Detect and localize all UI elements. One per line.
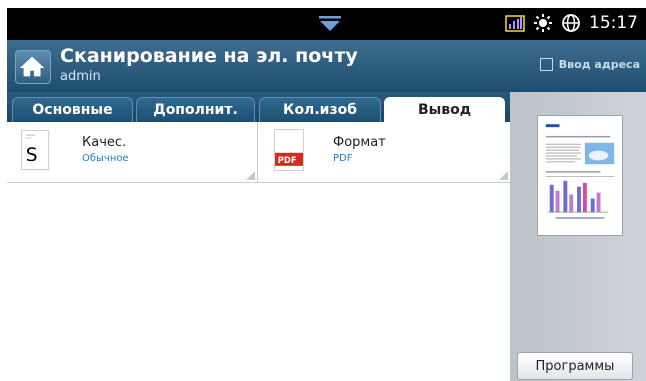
corner-marker-icon <box>499 171 508 180</box>
format-label: Формат <box>333 135 386 150</box>
clock-time: 15:17 <box>589 13 638 33</box>
tab-advanced[interactable]: Дополнит. <box>136 97 255 122</box>
globe-icon <box>562 14 580 32</box>
home-icon <box>19 56 45 77</box>
svg-text:S: S <box>26 145 38 166</box>
preview-side-panel: Программы <box>510 92 646 381</box>
programs-button[interactable]: Программы <box>517 352 633 380</box>
svg-text:PDF: PDF <box>278 155 297 165</box>
user-name: admin <box>60 69 101 84</box>
tab-bar: Основные Дополнит. Кол.изоб Вывод <box>7 92 510 122</box>
address-input-button[interactable]: Ввод адреса <box>539 58 640 71</box>
tab-label: Основные <box>32 102 113 118</box>
quality-setting[interactable]: S Качес. Обычное <box>7 122 257 183</box>
corner-marker-icon <box>246 171 255 180</box>
tab-output[interactable]: Вывод <box>384 97 505 122</box>
tab-image-count[interactable]: Кол.изоб <box>259 97 381 122</box>
tab-basic[interactable]: Основные <box>12 97 133 122</box>
address-button-label: Ввод адреса <box>558 58 640 71</box>
pdf-file-icon: PDF <box>274 129 304 171</box>
quality-label: Качес. <box>82 135 127 150</box>
tab-label: Кол.изоб <box>283 102 357 118</box>
programs-button-label: Программы <box>535 358 615 374</box>
home-button[interactable] <box>15 50 51 84</box>
tab-label: Дополнит. <box>153 102 238 118</box>
document-thumbnail-icon <box>545 124 615 219</box>
status-bar: 15:17 <box>7 8 646 40</box>
brightness-icon <box>534 14 552 32</box>
page-title: Сканирование на эл. почту <box>60 45 358 67</box>
keyboard-icon <box>539 58 553 71</box>
format-value: PDF <box>333 153 353 164</box>
app-header: Сканирование на эл. почту admin Ввод адр… <box>7 40 646 92</box>
format-setting[interactable]: PDF Формат PDF <box>258 122 510 183</box>
quality-icon: S <box>21 130 49 170</box>
tab-label: Вывод <box>417 102 472 118</box>
pull-down-handle-icon[interactable] <box>319 15 341 33</box>
document-preview[interactable] <box>537 115 623 236</box>
signal-bars-icon <box>505 15 525 32</box>
quality-value: Обычное <box>82 153 129 164</box>
settings-panel: S Качес. Обычное PDF Формат PDF <box>7 122 510 381</box>
